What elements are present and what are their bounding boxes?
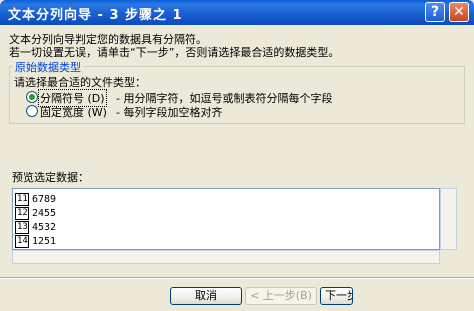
radio-selected-dot xyxy=(29,94,35,100)
preview-label: 预览选定数据： xyxy=(12,171,89,184)
preview-row: 13 4532 xyxy=(15,221,435,234)
preview-row: 14 1251 xyxy=(15,235,435,248)
button-separator xyxy=(0,277,474,279)
row-value: 6789 xyxy=(32,194,57,205)
row-number: 12 xyxy=(15,207,29,220)
group-title: 原始数据类型 xyxy=(13,59,83,75)
close-button[interactable]: ✕ xyxy=(449,2,469,22)
row-number: 11 xyxy=(15,193,29,206)
text-to-columns-wizard-dialog: 文本分列向导 - 3 步骤之 1 ? ✕ 文本分列向导判定您的数据具有分隔符。 … xyxy=(0,0,474,311)
next-button[interactable]: 下一步 xyxy=(320,287,353,305)
help-button[interactable]: ? xyxy=(425,2,445,22)
radio-fixed-width-label[interactable]: 固定宽度 (W) xyxy=(40,104,107,120)
cancel-button[interactable]: 取消 xyxy=(170,287,242,305)
preview-vertical-scrollbar[interactable] xyxy=(440,188,457,250)
title-bar[interactable]: 文本分列向导 - 3 步骤之 1 ? ✕ xyxy=(0,0,474,25)
radio-delimited[interactable] xyxy=(26,91,38,103)
row-value: 4532 xyxy=(32,222,57,233)
data-preview-pane[interactable]: 11 6789 12 2455 13 4532 14 1251 xyxy=(12,188,440,250)
preview-row: 12 2455 xyxy=(15,207,435,220)
row-value: 2455 xyxy=(32,208,57,219)
back-button[interactable]: < 上一步(B) xyxy=(245,287,317,305)
preview-row: 11 6789 xyxy=(15,193,435,206)
intro-line-2: 若一切设置无误，请单击“下一步”，否则请选择最合适的数据类型。 xyxy=(9,46,340,59)
file-type-prompt: 请选择最合适的文件类型： xyxy=(14,76,146,89)
row-value: 1251 xyxy=(32,236,57,247)
fixed-width-description: - 每列字段加空格对齐 xyxy=(116,106,223,119)
preview-horizontal-scrollbar[interactable] xyxy=(12,250,440,264)
radio-fixed-width[interactable] xyxy=(26,105,38,117)
window-title: 文本分列向导 - 3 步骤之 1 xyxy=(8,8,183,23)
row-number: 13 xyxy=(15,221,29,234)
row-number: 14 xyxy=(15,235,29,248)
